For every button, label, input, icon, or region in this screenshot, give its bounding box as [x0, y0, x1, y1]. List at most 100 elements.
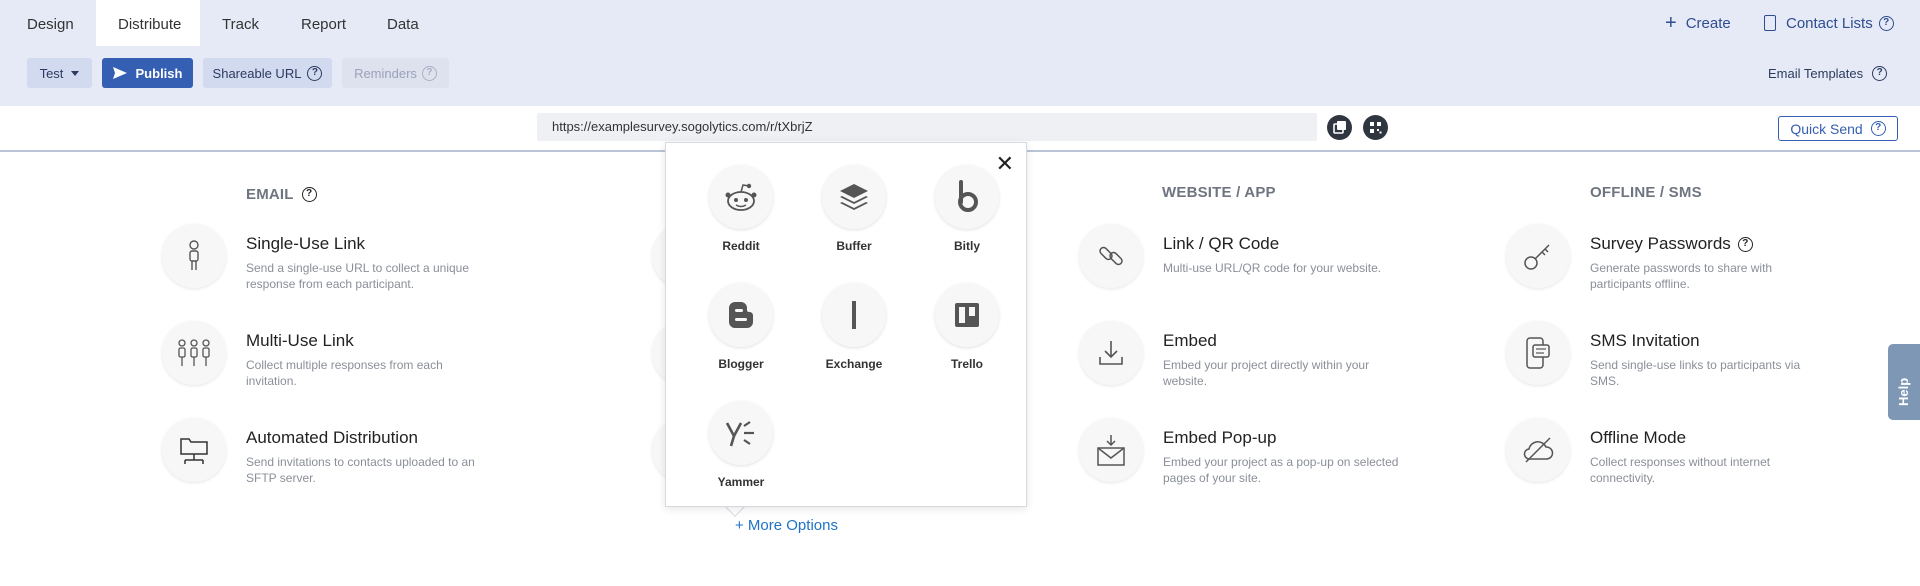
item-title: Embed	[1163, 331, 1217, 350]
tab-report[interactable]: Report	[279, 0, 368, 46]
action-toolbar: Test Publish Shareable URL ? Reminders ?…	[0, 46, 1920, 106]
reminders-label: Reminders	[354, 65, 417, 81]
bitly-icon	[935, 165, 999, 229]
help-side-tab[interactable]: Help	[1888, 344, 1920, 420]
folder-network-icon	[162, 418, 226, 482]
item-title: Multi-Use Link	[246, 331, 354, 350]
person-icon	[162, 224, 226, 288]
exchange-icon	[822, 283, 886, 347]
create-button[interactable]: + Create	[1665, 0, 1731, 46]
section-title-offline-text: OFFLINE / SMS	[1590, 184, 1702, 201]
phone-message-icon	[1506, 321, 1570, 385]
tab-data[interactable]: Data	[365, 0, 441, 46]
share-trello[interactable]: Trello	[922, 283, 1012, 379]
more-options-popup: ✕ Reddit Buffer Bitly Blogger Exchange T…	[665, 142, 1027, 507]
item-title: Embed Pop-up	[1163, 428, 1277, 447]
sms-invitation-option[interactable]: SMS Invitation Send single-use links to …	[1506, 321, 1906, 388]
key-icon	[1506, 224, 1570, 288]
quick-send-button[interactable]: Quick Send ?	[1778, 116, 1898, 141]
help-circle-icon[interactable]: ?	[1878, 15, 1894, 31]
contact-book-icon	[1764, 15, 1776, 31]
help-circle-icon[interactable]: ?	[1737, 236, 1753, 252]
email-templates-label: Email Templates	[1768, 66, 1864, 81]
cloud-off-icon	[1506, 418, 1570, 482]
publish-button[interactable]: Publish	[102, 58, 193, 88]
copy-icon[interactable]	[1327, 115, 1352, 140]
qr-code-icon[interactable]	[1363, 115, 1388, 140]
trello-icon	[935, 283, 999, 347]
item-title: Automated Distribution	[246, 428, 418, 447]
share-label: Reddit	[722, 239, 760, 253]
item-title-text: Survey Passwords	[1590, 234, 1731, 253]
item-description: Send invitations to contacts uploaded to…	[246, 455, 475, 485]
item-description: Send a single-use URL to collect a uniqu…	[246, 261, 470, 291]
link-qr-code-option[interactable]: Link / QR Code Multi-use URL/QR code for…	[1079, 224, 1479, 290]
reminders-button[interactable]: Reminders ?	[342, 58, 449, 88]
section-title-email: EMAIL ?	[246, 186, 317, 203]
item-title: Offline Mode	[1590, 428, 1687, 447]
share-label: Bitly	[953, 239, 980, 253]
quick-send-label: Quick Send	[1790, 120, 1863, 137]
download-icon	[1079, 321, 1143, 385]
yammer-icon	[709, 401, 773, 465]
tab-track[interactable]: Track	[200, 0, 281, 46]
share-label: Buffer	[836, 239, 872, 253]
top-tab-bar: Design Distribute Track Report Data + Cr…	[0, 0, 1920, 46]
send-icon	[112, 67, 127, 79]
share-label: Yammer	[717, 475, 765, 489]
email-templates-link[interactable]: Email Templates ?	[1768, 66, 1888, 81]
tab-distribute[interactable]: Distribute	[96, 0, 200, 46]
help-tab-label: Help	[1896, 377, 1911, 406]
help-circle-icon: ?	[1870, 121, 1886, 136]
share-exchange[interactable]: Exchange	[809, 283, 899, 379]
survey-url-field[interactable]: https://examplesurvey.sogolytics.com/r/t…	[537, 113, 1317, 141]
share-yammer[interactable]: Yammer	[696, 401, 786, 497]
section-title-website-app: WEBSITE / APP	[1162, 184, 1276, 201]
contact-lists-label: Contact Lists	[1786, 14, 1873, 32]
automated-distribution-option[interactable]: Automated Distribution Send invitations …	[162, 418, 562, 485]
embed-option[interactable]: Embed Embed your project directly within…	[1079, 321, 1479, 388]
publish-label: Publish	[135, 65, 183, 81]
item-description: Generate passwords to share with partici…	[1590, 261, 1773, 291]
survey-passwords-option[interactable]: Survey Passwords ? Generate passwords to…	[1506, 224, 1906, 291]
shareable-url-button[interactable]: Shareable URL ?	[203, 58, 332, 88]
buffer-icon	[822, 165, 886, 229]
tab-design[interactable]: Design	[5, 0, 96, 46]
section-title-email-text: EMAIL	[246, 186, 294, 203]
item-title: Single-Use Link	[246, 234, 366, 253]
share-buffer[interactable]: Buffer	[809, 165, 899, 261]
item-description: Collect responses without internet conne…	[1590, 455, 1771, 485]
people-group-icon	[162, 321, 226, 385]
caret-down-icon	[71, 70, 80, 76]
single-use-link-option[interactable]: Single-Use Link Send a single-use URL to…	[162, 224, 562, 291]
item-title: SMS Invitation	[1590, 331, 1700, 350]
item-title: Survey Passwords ?	[1590, 234, 1753, 254]
help-circle-icon: ?	[307, 65, 323, 81]
link-icon	[1079, 224, 1143, 288]
share-label: Exchange	[825, 357, 883, 371]
item-description: Embed your project directly within your …	[1163, 358, 1370, 388]
blogger-icon	[709, 283, 773, 347]
multi-use-link-option[interactable]: Multi-Use Link Collect multiple response…	[162, 321, 562, 388]
help-circle-icon: ?	[421, 65, 437, 81]
shareable-url-label: Shareable URL	[212, 65, 302, 81]
share-bitly[interactable]: Bitly	[922, 165, 1012, 261]
help-circle-icon: ?	[1872, 66, 1888, 81]
test-dropdown[interactable]: Test	[27, 58, 92, 88]
embed-popup-option[interactable]: Embed Pop-up Embed your project as a pop…	[1079, 418, 1479, 485]
section-title-website-text: WEBSITE / APP	[1162, 184, 1276, 201]
plus-icon: +	[1665, 12, 1677, 34]
offline-mode-option[interactable]: Offline Mode Collect responses without i…	[1506, 418, 1906, 485]
help-circle-icon[interactable]: ?	[301, 187, 317, 202]
item-description: Multi-use URL/QR code for your website.	[1163, 261, 1382, 275]
more-options-link[interactable]: + More Options	[735, 517, 838, 534]
share-reddit[interactable]: Reddit	[696, 165, 786, 261]
item-description: Collect multiple responses from each inv…	[246, 358, 443, 388]
test-label: Test	[39, 65, 64, 81]
item-title: Link / QR Code	[1163, 234, 1280, 253]
contact-lists-button[interactable]: Contact Lists ?	[1764, 0, 1894, 46]
section-title-offline-sms: OFFLINE / SMS	[1590, 184, 1702, 201]
share-blogger[interactable]: Blogger	[696, 283, 786, 379]
share-label: Trello	[950, 357, 983, 371]
item-description: Embed your project as a pop-up on select…	[1163, 455, 1399, 485]
